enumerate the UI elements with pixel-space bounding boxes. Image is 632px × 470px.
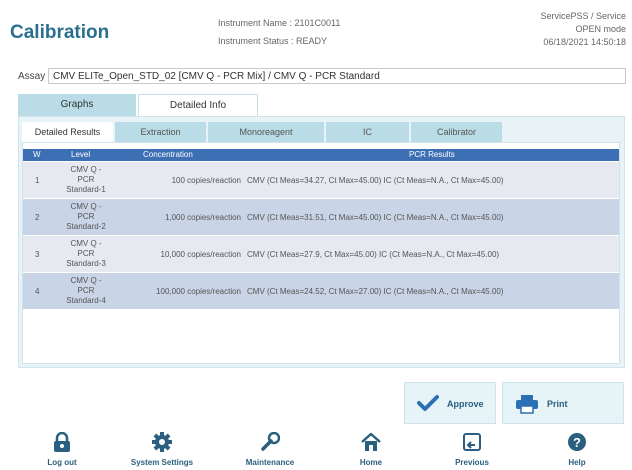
instrument-status: Instrument Status : READY	[218, 36, 328, 46]
row-level: CMV Q - PCR Standard-1	[66, 165, 106, 194]
tab-ic[interactable]: IC	[326, 122, 410, 142]
row-w: 3	[35, 250, 40, 259]
user-name: ServicePSS / Service	[540, 11, 626, 21]
maintenance-label: Maintenance	[245, 458, 295, 467]
approve-button[interactable]: Approve	[404, 382, 496, 424]
row-concentration: 100,000 copies/reaction	[156, 287, 241, 296]
gear-icon	[114, 432, 210, 454]
table-row[interactable]: 1 CMV Q - PCR Standard-1 100 copies/reac…	[23, 162, 619, 198]
row-pcr-results: CMV (Ct Meas=31.51, Ct Max=45.00) IC (Ct…	[247, 213, 504, 222]
user-info: ServicePSS / Service OPEN mode 06/18/202…	[540, 10, 626, 49]
tab-detailed-info[interactable]: Detailed Info	[138, 94, 258, 116]
header: Calibration Instrument Name : 2101C0011 …	[0, 0, 632, 62]
tab-extraction[interactable]: Extraction	[115, 122, 207, 142]
row-concentration: 1,000 copies/reaction	[164, 213, 241, 222]
help-button[interactable]: ? Help	[552, 432, 602, 470]
row-level: CMV Q - PCR Standard-2	[66, 202, 106, 231]
table-row[interactable]: 3 CMV Q - PCR Standard-3 10,000 copies/r…	[23, 236, 619, 272]
question-icon: ?	[552, 432, 602, 454]
svg-text:?: ?	[573, 435, 581, 450]
tab-calibrator[interactable]: Calibrator	[411, 122, 503, 142]
assay-label: Assay	[18, 71, 46, 82]
row-pcr-results: CMV (Ct Meas=24.52, Ct Max=27.00) IC (Ct…	[247, 287, 504, 296]
instrument-info: Instrument Name : 2101C0011 Instrument S…	[218, 14, 340, 50]
row-level: CMV Q - PCR Standard-4	[66, 276, 106, 305]
previous-button[interactable]: Previous	[442, 432, 502, 470]
previous-screen-icon	[442, 432, 502, 454]
wrench-icon	[230, 431, 310, 454]
instrument-name: Instrument Name : 2101C0011	[218, 18, 341, 28]
logout-label: Log out	[47, 458, 77, 467]
results-table: W Level Concentration PCR Results 1 CMV …	[22, 142, 620, 364]
help-label: Help	[568, 458, 586, 467]
row-level: CMV Q - PCR Standard-3	[66, 239, 106, 268]
home-icon	[346, 432, 396, 454]
bottom-nav: Log out System Settings Maintenance Home…	[0, 431, 632, 470]
printer-icon	[515, 394, 539, 416]
row-w: 1	[35, 176, 40, 185]
print-button[interactable]: Print	[502, 382, 624, 424]
tab-detailed-results[interactable]: Detailed Results	[22, 122, 114, 142]
row-concentration: 100 copies/reaction	[171, 176, 241, 185]
row-concentration: 10,000 copies/reaction	[160, 250, 242, 259]
datetime: 06/18/2021 14:50:18	[543, 37, 626, 47]
mode-label: OPEN mode	[575, 24, 626, 34]
settings-label: System Settings	[130, 458, 194, 467]
print-label: Print	[547, 399, 568, 409]
table-row[interactable]: 4 CMV Q - PCR Standard-4 100,000 copies/…	[23, 273, 619, 309]
row-w: 4	[35, 287, 40, 296]
tab-monoreagent[interactable]: Monoreagent	[208, 122, 325, 142]
maintenance-button[interactable]: Maintenance	[230, 431, 310, 470]
assay-row: Assay CMV ELITe_Open_STD_02 [CMV Q - PCR…	[8, 68, 626, 86]
system-settings-button[interactable]: System Settings	[114, 432, 210, 470]
row-pcr-results: CMV (Ct Meas=27.9, Ct Max=45.00) IC (Ct …	[247, 250, 500, 259]
page-title: Calibration	[10, 22, 110, 43]
header-pcr-results: PCR Results	[409, 150, 455, 159]
approve-label: Approve	[447, 399, 484, 409]
header-level: Level	[71, 150, 91, 159]
row-w: 2	[35, 213, 40, 222]
header-w: W	[33, 150, 41, 159]
home-label: Home	[359, 458, 383, 467]
header-concentration: Concentration	[143, 150, 193, 159]
check-icon	[417, 394, 439, 414]
home-button[interactable]: Home	[346, 432, 396, 470]
table-header: W Level Concentration PCR Results	[23, 149, 619, 161]
tab-graphs[interactable]: Graphs	[18, 94, 136, 116]
table-row[interactable]: 2 CMV Q - PCR Standard-2 1,000 copies/re…	[23, 199, 619, 235]
lock-icon	[36, 431, 88, 454]
row-pcr-results: CMV (Ct Meas=34.27, Ct Max=45.00) IC (Ct…	[247, 176, 504, 185]
previous-label: Previous	[455, 458, 489, 467]
logout-button[interactable]: Log out	[36, 431, 88, 470]
assay-field[interactable]: CMV ELITe_Open_STD_02 [CMV Q - PCR Mix] …	[48, 68, 626, 84]
